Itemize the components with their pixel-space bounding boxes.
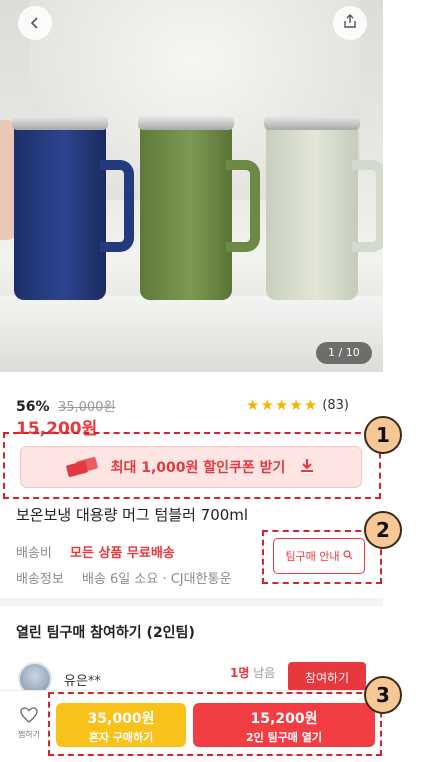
section-divider bbox=[0, 598, 383, 606]
annotation-badge-3: 3 bbox=[364, 676, 402, 714]
discount-rate: 56% bbox=[16, 399, 50, 415]
share-icon bbox=[342, 13, 358, 33]
team-leader-name: 유은** bbox=[64, 674, 101, 689]
rating[interactable]: ★★★★★ (83) bbox=[246, 396, 349, 414]
annotation-badge-2: 2 bbox=[364, 511, 402, 549]
join-team-button[interactable]: 참여하기 bbox=[288, 662, 366, 692]
team-section-title: 열린 팀구매 참여하기 (2인팀) bbox=[16, 625, 195, 641]
shipping-fee-value: 모든 상품 무료배송 bbox=[70, 546, 175, 561]
shipping-fee-row: 배송비 모든 상품 무료배송 bbox=[16, 542, 175, 561]
mug-green bbox=[138, 116, 260, 300]
mug-navy bbox=[12, 116, 134, 300]
annotation-box-3 bbox=[48, 692, 382, 756]
mug-cream bbox=[264, 116, 383, 300]
annotation-box-1 bbox=[3, 432, 381, 499]
remain-count: 1명 남음 bbox=[230, 666, 276, 680]
annotation-box-2 bbox=[262, 530, 382, 584]
chevron-left-icon bbox=[28, 11, 42, 35]
product-title: 보온보냉 대용량 머그 텀블러 700ml bbox=[16, 506, 249, 524]
annotation-badge-1: 1 bbox=[364, 416, 402, 454]
shipping-info-row: 배송정보 배송 6일 소요 · CJ대한통운 bbox=[16, 568, 231, 587]
shipping-fee-label: 배송비 bbox=[16, 546, 52, 561]
heart-icon bbox=[20, 707, 38, 728]
image-counter: 1 / 10 bbox=[316, 342, 372, 364]
like-label: 찜하기 bbox=[17, 730, 41, 739]
back-button[interactable] bbox=[18, 6, 52, 40]
review-count: (83) bbox=[322, 397, 349, 413]
share-button[interactable] bbox=[333, 6, 367, 40]
shipping-info-value: 배송 6일 소요 · CJ대한통운 bbox=[81, 572, 232, 587]
price-row: 56% 35,000원 bbox=[16, 396, 115, 415]
product-image-gallery[interactable]: 1 / 10 bbox=[0, 0, 383, 372]
like-button[interactable]: 찜하기 bbox=[14, 707, 44, 740]
original-price: 35,000원 bbox=[57, 400, 116, 415]
product-page: 1 / 10 56% 35,000원 15,200원 ★★★★★ (83) 최대… bbox=[0, 0, 383, 762]
star-icons: ★★★★★ bbox=[246, 396, 319, 414]
shipping-info-label: 배송정보 bbox=[16, 572, 64, 587]
